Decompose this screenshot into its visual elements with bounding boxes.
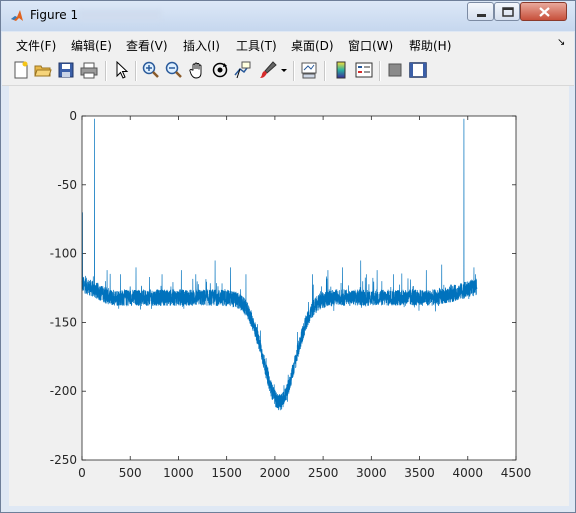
toolbar-separator: [324, 61, 326, 81]
maximize-button[interactable]: [494, 2, 520, 21]
y-tick-label: -150: [50, 315, 77, 329]
save-icon[interactable]: [57, 61, 75, 79]
x-tick-label: 3500: [404, 466, 435, 480]
x-tick-label: 1000: [163, 466, 194, 480]
zoom-out-icon[interactable]: [165, 61, 183, 79]
menu-edit[interactable]: 编辑(E): [71, 37, 112, 54]
y-tick-label: -250: [50, 453, 77, 467]
menu-view[interactable]: 查看(V): [126, 37, 168, 54]
toolbar-separator: [293, 61, 295, 81]
minimize-button[interactable]: [467, 2, 494, 21]
line-chart[interactable]: 0 500 1000 1500 2000 2500 3000 3500 4000 4500 0 -50…: [9, 86, 569, 506]
pan-icon[interactable]: [188, 61, 206, 79]
close-button[interactable]: [520, 2, 567, 21]
close-icon: [539, 7, 550, 17]
x-tick-label: 500: [119, 466, 142, 480]
blurred-title-text: [79, 10, 161, 21]
link-plot-icon[interactable]: [300, 61, 318, 79]
y-tick-label: -200: [50, 384, 77, 398]
menu-file[interactable]: 文件(F): [16, 37, 56, 54]
menu-desktop[interactable]: 桌面(D): [291, 37, 334, 54]
toolbar-separator: [379, 61, 381, 81]
x-tick-label: 4000: [453, 466, 484, 480]
maximize-icon: [502, 7, 514, 17]
y-tick-label: -100: [50, 247, 77, 261]
matlab-logo-icon: [11, 10, 23, 21]
edit-plot-icon[interactable]: [113, 61, 131, 79]
menu-window[interactable]: 窗口(W): [348, 37, 393, 54]
x-tick-label: 2500: [308, 466, 339, 480]
zoom-in-icon[interactable]: [142, 61, 160, 79]
data-cursor-icon[interactable]: [234, 61, 252, 79]
menu-tools[interactable]: 工具(T): [236, 37, 277, 54]
menu-help[interactable]: 帮助(H): [409, 37, 451, 54]
toolbar-separator: [135, 61, 137, 81]
insert-colorbar-icon[interactable]: [332, 61, 350, 79]
title-bar[interactable]: Figure 1: [1, 1, 575, 31]
y-tick-label: 0: [69, 109, 77, 123]
hide-plot-tools-icon[interactable]: [386, 61, 404, 79]
figure-toolbar: [2, 56, 574, 86]
x-tick-label: 1500: [211, 466, 242, 480]
new-figure-icon[interactable]: [12, 61, 30, 79]
brush-icon[interactable]: [259, 61, 277, 79]
x-tick-label: 3000: [356, 466, 387, 480]
print-icon[interactable]: [80, 61, 98, 79]
window-title: Figure 1: [30, 8, 79, 22]
x-tick-label: 4500: [501, 466, 532, 480]
figure-canvas[interactable]: 0 500 1000 1500 2000 2500 3000 3500 4000 4500 0 -50…: [9, 86, 569, 506]
x-tick-label: 0: [78, 466, 86, 480]
x-tick-label: 2000: [260, 466, 291, 480]
figure-window: Figure 1 文件(F) 编辑(E) 查看(V) 插入(I) 工具(T) 桌…: [0, 0, 576, 513]
open-file-icon[interactable]: [34, 61, 52, 79]
rotate-3d-icon[interactable]: [211, 61, 229, 79]
toolbar-separator: [105, 61, 107, 81]
show-plot-tools-icon[interactable]: [409, 61, 427, 79]
y-tick-label: -50: [57, 178, 77, 192]
menu-bar: 文件(F) 编辑(E) 查看(V) 插入(I) 工具(T) 桌面(D) 窗口(W…: [2, 32, 574, 56]
menu-dock-arrow-icon[interactable]: ↘: [557, 37, 565, 48]
minimize-icon: [477, 14, 486, 17]
insert-legend-icon[interactable]: [355, 61, 373, 79]
brush-dropdown-icon[interactable]: [279, 61, 289, 79]
menu-insert[interactable]: 插入(I): [183, 37, 220, 54]
